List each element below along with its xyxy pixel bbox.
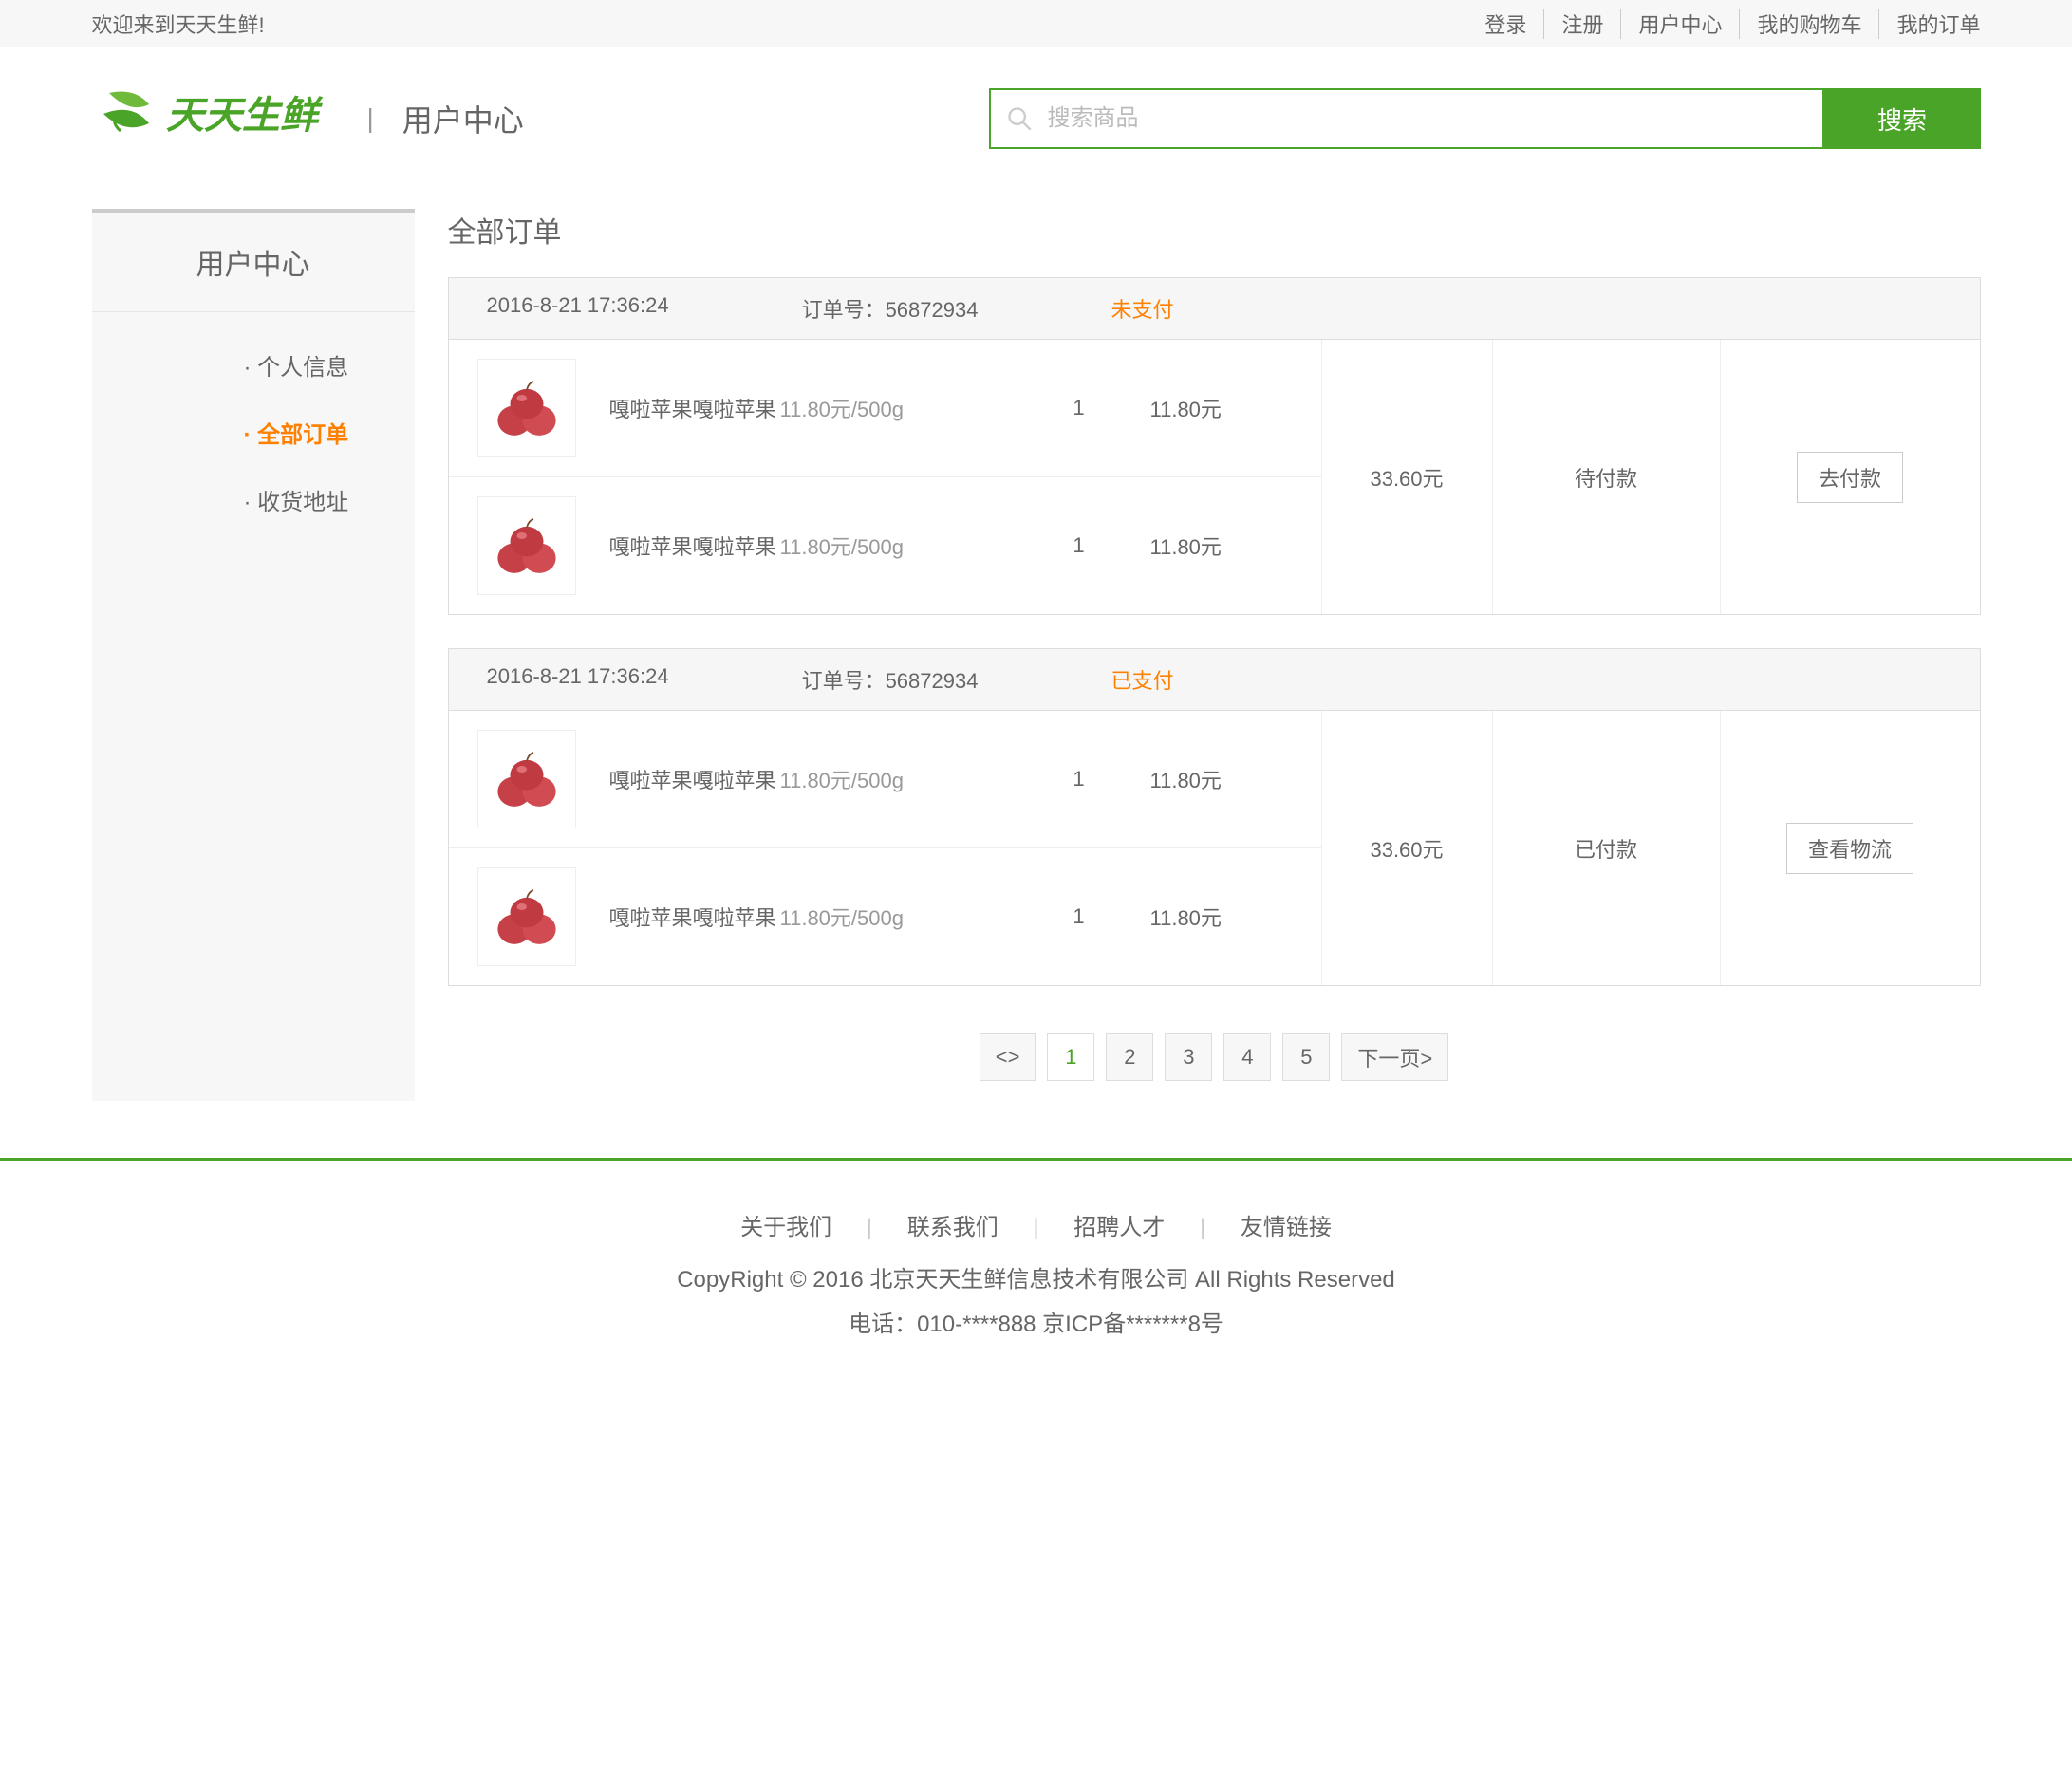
logo[interactable]: 天天生鲜 [92, 85, 339, 152]
product-name: 嘎啦苹果嘎啦苹果 [609, 531, 780, 561]
pagination: <> 1 2 3 4 5 下一页> [448, 1033, 1981, 1081]
product-name: 嘎啦苹果嘎啦苹果 [609, 393, 780, 423]
order-block: 2016-8-21 17:36:24 订单号：56872934 未支付嘎啦苹果嘎啦苹… [448, 277, 1981, 615]
link-orders[interactable]: 我的订单 [1879, 9, 1980, 39]
page-3[interactable]: 3 [1165, 1033, 1212, 1081]
footer-phone: 电话：010-****888 京ICP备*******8号 [0, 1305, 2072, 1338]
product-unit-price: 11.80元/500g [780, 531, 1008, 561]
welcome-text: 欢迎来到天天生鲜! [92, 9, 265, 39]
order-number: 订单号：56872934 [802, 293, 979, 324]
product-image[interactable] [477, 359, 576, 457]
page-4[interactable]: 4 [1223, 1033, 1271, 1081]
order-block: 2016-8-21 17:36:24 订单号：56872934 已支付嘎啦苹果嘎啦苹… [448, 648, 1981, 986]
header: 天天生鲜 | 用户中心 搜索 [40, 47, 2033, 180]
product-unit-price: 11.80元/500g [780, 393, 1008, 423]
sidebar-item-all-orders[interactable]: · 全部订单 [92, 399, 415, 466]
order-action-button[interactable]: 查看物流 [1786, 823, 1913, 874]
product-qty: 1 [1008, 767, 1150, 791]
content: 全部订单 2016-8-21 17:36:24 订单号：56872934 未支付嘎啦… [448, 209, 1981, 1081]
order-time: 2016-8-21 17:36:24 [487, 293, 669, 324]
page-prev[interactable]: <> [980, 1033, 1036, 1081]
product-subtotal: 11.80元 [1150, 531, 1222, 561]
product-name: 嘎啦苹果嘎啦苹果 [609, 902, 780, 932]
order-number: 订单号：56872934 [802, 664, 979, 695]
product-subtotal: 11.80元 [1150, 902, 1222, 932]
page-1[interactable]: 1 [1047, 1033, 1094, 1081]
sidebar-item-profile[interactable]: · 个人信息 [92, 331, 415, 399]
product-image[interactable] [477, 867, 576, 966]
footer-jobs[interactable]: 招聘人才 [1045, 1215, 1193, 1240]
search-button[interactable]: 搜索 [1824, 88, 1981, 149]
product-unit-price: 11.80元/500g [780, 764, 1008, 794]
product-subtotal: 11.80元 [1150, 393, 1222, 423]
footer-about[interactable]: 关于我们 [712, 1215, 860, 1240]
search-input[interactable] [989, 88, 1824, 149]
link-user-center[interactable]: 用户中心 [1621, 9, 1740, 39]
product-unit-price: 11.80元/500g [780, 902, 1008, 932]
product-image[interactable] [477, 730, 576, 828]
svg-text:天天生鲜: 天天生鲜 [166, 94, 324, 137]
order-total: 33.60元 [1322, 711, 1493, 985]
footer-links: 关于我们 | 联系我们 | 招聘人才 | 友情链接 [0, 1208, 2072, 1241]
page-next[interactable]: 下一页> [1341, 1033, 1448, 1081]
link-register[interactable]: 注册 [1544, 9, 1621, 39]
order-total: 33.60元 [1322, 340, 1493, 614]
order-action-button[interactable]: 去付款 [1797, 452, 1903, 503]
header-separator: | [367, 103, 374, 134]
footer-contact[interactable]: 联系我们 [879, 1215, 1027, 1240]
order-header: 2016-8-21 17:36:24 订单号：56872934 已支付 [449, 649, 1980, 711]
product-qty: 1 [1008, 533, 1150, 558]
page-title: 用户中心 [402, 97, 524, 140]
product-qty: 1 [1008, 396, 1150, 420]
order-pay-status: 未支付 [1111, 293, 1173, 324]
sidebar-item-address[interactable]: · 收货地址 [92, 466, 415, 533]
sidebar: 用户中心 · 个人信息 · 全部订单 · 收货地址 [92, 209, 415, 1101]
order-item-row: 嘎啦苹果嘎啦苹果11.80元/500g111.80元 [449, 711, 1321, 848]
product-image[interactable] [477, 496, 576, 595]
sidebar-title: 用户中心 [92, 213, 415, 312]
order-item-row: 嘎啦苹果嘎啦苹果11.80元/500g111.80元 [449, 477, 1321, 614]
search-icon [1006, 105, 1033, 132]
top-bar: 欢迎来到天天生鲜! 登录 注册 用户中心 我的购物车 我的订单 [0, 0, 2072, 47]
order-time: 2016-8-21 17:36:24 [487, 664, 669, 695]
footer: 关于我们 | 联系我们 | 招聘人才 | 友情链接 CopyRight © 20… [0, 1158, 2072, 1397]
search-form: 搜索 [989, 88, 1981, 149]
page-2[interactable]: 2 [1106, 1033, 1153, 1081]
product-subtotal: 11.80元 [1150, 764, 1222, 794]
footer-copyright: CopyRight © 2016 北京天天生鲜信息技术有限公司 All Righ… [0, 1260, 2072, 1294]
product-qty: 1 [1008, 904, 1150, 929]
link-login[interactable]: 登录 [1467, 9, 1544, 39]
order-item-row: 嘎啦苹果嘎啦苹果11.80元/500g111.80元 [449, 340, 1321, 477]
order-pay-status: 已支付 [1111, 664, 1173, 695]
link-cart[interactable]: 我的购物车 [1740, 9, 1879, 39]
page-heading: 全部订单 [448, 209, 1981, 251]
order-state: 待付款 [1493, 340, 1721, 614]
order-state: 已付款 [1493, 711, 1721, 985]
product-name: 嘎啦苹果嘎啦苹果 [609, 764, 780, 794]
footer-friends[interactable]: 友情链接 [1212, 1215, 1360, 1240]
page-5[interactable]: 5 [1282, 1033, 1330, 1081]
top-links: 登录 注册 用户中心 我的购物车 我的订单 [1467, 9, 1980, 39]
order-item-row: 嘎啦苹果嘎啦苹果11.80元/500g111.80元 [449, 848, 1321, 985]
order-header: 2016-8-21 17:36:24 订单号：56872934 未支付 [449, 278, 1980, 340]
